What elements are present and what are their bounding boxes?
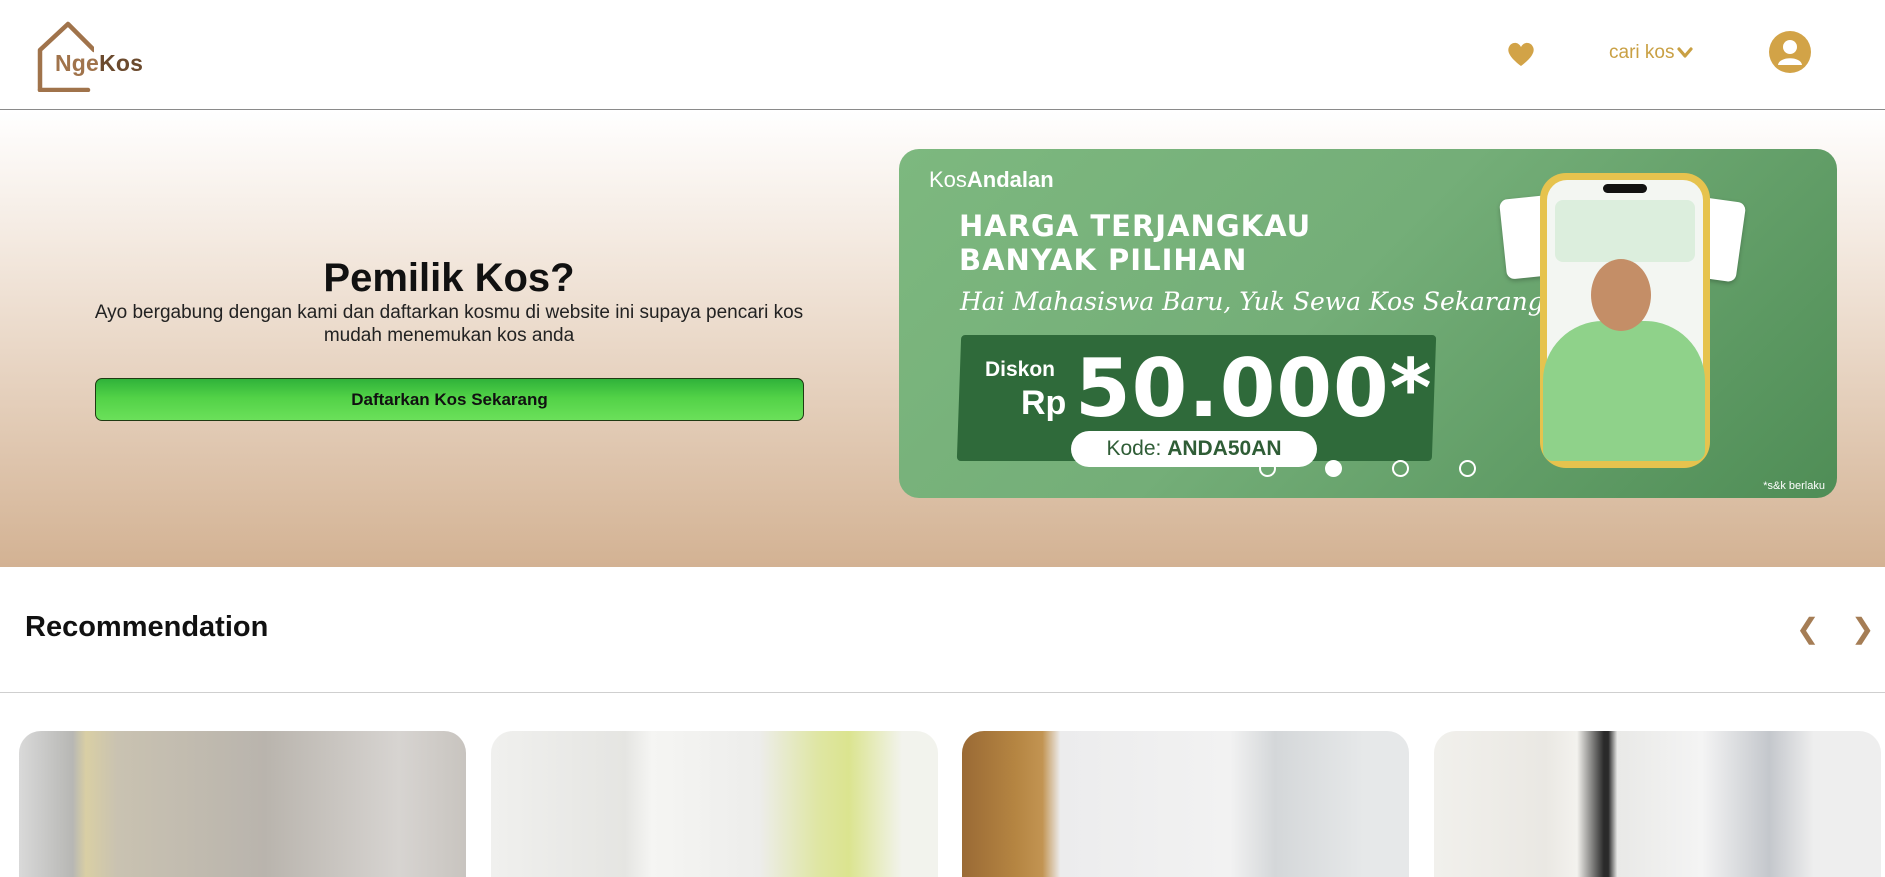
banner-code-label: Kode: [1106,437,1162,460]
banner-terms: *s&k berlaku [1763,480,1825,492]
hero-description: Ayo bergabung dengan kami dan daftarkan … [94,302,804,346]
section-divider [0,692,1885,693]
chevron-down-icon [1677,47,1694,58]
chevron-left-icon[interactable]: ❮ [1796,612,1819,645]
room-card-3[interactable] [962,731,1409,877]
banner-discount-label: Diskon [985,358,1056,381]
logo-text-kos: Kos [99,50,144,76]
person-head-illustration [1591,259,1651,331]
banner-discount-amount: 50.000* [1075,342,1433,435]
user-icon[interactable] [1769,31,1811,73]
recommendation-title: Recommendation [25,611,269,643]
banner-brand: KosAndalan [929,167,1054,193]
banner-promo-code: Kode: ANDA50AN [1071,431,1317,467]
carousel-dot-4[interactable] [1459,460,1476,477]
hero-title: Pemilik Kos? [323,256,575,300]
search-kos-dropdown[interactable]: cari kos [1609,42,1694,64]
hero-section: Pemilik Kos? Ayo bergabung dengan kami d… [0,111,1885,567]
banner-headline: HARGA TERJANGKAU BANYAK PILIHAN [959,209,1311,277]
room-card-2[interactable] [491,731,938,877]
banner-subheadline: Hai Mahasiswa Baru, Yuk Sewa Kos Sekaran… [960,287,1544,316]
promo-banner[interactable]: KosAndalan HARGA TERJANGKAU BANYAK PILIH… [899,149,1837,498]
person-illustration [1543,321,1705,461]
top-navbar: NgeKos cari kos [0,0,1885,110]
banner-headline-line1: HARGA TERJANGKAU [959,209,1312,243]
banner-brand-light: Kos [929,167,967,192]
search-kos-label: cari kos [1609,42,1675,63]
carousel-dot-2[interactable] [1325,460,1342,477]
banner-code-value: ANDA50AN [1167,437,1282,460]
ngekos-logo[interactable]: NgeKos [34,20,164,92]
room-card-1[interactable] [19,731,466,877]
carousel-dot-1[interactable] [1259,460,1276,477]
logo-text-nge: Nge [55,50,100,76]
banner-headline-line2: BANYAK PILIHAN [959,243,1248,277]
chevron-right-icon[interactable]: ❯ [1851,612,1874,645]
register-kos-button[interactable]: Daftarkan Kos Sekarang [95,378,804,421]
banner-currency: Rp [1021,384,1067,422]
logo-text: NgeKos [55,50,143,77]
room-card-4[interactable] [1434,731,1881,877]
banner-brand-bold: Andalan [966,167,1054,192]
heart-icon[interactable] [1506,40,1536,68]
carousel-dot-3[interactable] [1392,460,1409,477]
